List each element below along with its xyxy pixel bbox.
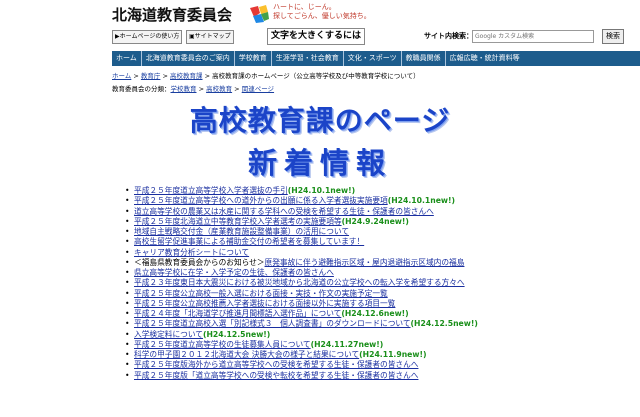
list-item: 平成２５年度版海外から道立高等学校への受検を希望する生徒・保護者の皆さんへ xyxy=(124,360,640,371)
nav-pr-statistics[interactable]: 広報広聴・統計資料等 xyxy=(446,51,524,66)
news-link[interactable]: 原発事故に伴う避難指示区域・屋内退避指示区域内の福島 xyxy=(265,258,465,267)
news-link[interactable]: 平成２５年度版海外から道立高等学校への受検を希望する生徒・保護者の皆さんへ xyxy=(134,360,418,369)
list-item: 入学検定料について(H24.12.5new!) xyxy=(124,329,640,341)
news-link[interactable]: 県立高等学校に在学・入学予定の生徒、保護者の皆さんへ xyxy=(134,268,334,277)
new-badge: (H24.12.6new!) xyxy=(341,309,409,318)
home-usage-label: ホームページの使い方 xyxy=(119,33,180,40)
breadcrumb-sep: > xyxy=(202,72,213,80)
new-badge: (H24.12.5new!) xyxy=(202,329,271,339)
nav-about[interactable]: 北海道教育委員会のご案内 xyxy=(142,51,235,66)
news-link[interactable]: 平成２５年度道立高等学校への道外からの出願に係る入学者選抜実施要項 xyxy=(134,196,388,205)
sitemap-button[interactable]: ▣サイトマップ xyxy=(186,30,234,44)
news-list: 平成２５年度道立高等学校入学者選抜の手引(H24.10.1new!) 平成２５年… xyxy=(124,186,640,381)
new-badge: (H24.11.27new!) xyxy=(310,339,384,349)
search-label: サイト内検索： xyxy=(424,32,473,40)
news-link[interactable]: 平成２５年度版「道立高等学校への受検や転校を希望する生徒・保護者の皆さんへ xyxy=(134,371,418,380)
classification-school[interactable]: 学校教育 xyxy=(171,85,197,93)
news-link[interactable]: 平成２３年度東日本大震災における被災地域から北海道の公立学校への転入学を希望する… xyxy=(134,278,465,287)
new-badge: (H24.10.1new!) xyxy=(387,196,456,206)
breadcrumb-koko[interactable]: 高校教育課 xyxy=(170,72,203,80)
list-item: 平成２４年度「北海道学び推進月間標語入選作品」について(H24.12.6new!… xyxy=(124,309,640,320)
slogan: ハートに、じーん。 探してごらん、優しい気持ち。 xyxy=(273,3,371,21)
list-item: ＜福島県教育委員会からのお知らせ＞原発事故に伴う避難指示区域・屋内退避指示区域内… xyxy=(124,257,640,269)
nav-school-education[interactable]: 学校教育 xyxy=(235,51,272,66)
nav-home[interactable]: ホーム xyxy=(112,51,142,66)
breadcrumb-kyoikucho[interactable]: 教育庁 xyxy=(141,72,161,80)
breadcrumb: ホーム > 教育庁 > 高校教育課 > 高校教育課のホームページ（公立高等学校及… xyxy=(112,70,420,80)
classification-related[interactable]: 関連ページ xyxy=(242,85,274,93)
home-usage-button[interactable]: ▶ホームページの使い方 xyxy=(112,30,183,44)
news-link[interactable]: キャリア教育分析シートについて xyxy=(134,248,249,257)
list-item: 平成２５年度道立高等学校入学者選抜の手引(H24.10.1new!) xyxy=(124,186,640,197)
classification-high-school[interactable]: 高校教育 xyxy=(206,85,232,93)
nav-culture-sports[interactable]: 文化・スポーツ xyxy=(344,51,402,66)
list-item: 地域自主戦略交付金（産業教育施設整備事業）の活用について xyxy=(124,227,640,238)
breadcrumb-sep: > xyxy=(160,72,170,80)
hokkaido-logo-icon[interactable] xyxy=(248,4,270,24)
nav-staff[interactable]: 教職員関係 xyxy=(402,51,446,66)
news-link[interactable]: 平成２５年度道立高校入選「別記様式３ 個人調査書」のダウンロードについて xyxy=(134,319,411,328)
news-link[interactable]: 平成２５年度公立高校一般入選における面接・実技・作文の実施予定一覧 xyxy=(134,289,388,298)
news-link[interactable]: 平成２５年度公立高校推薦入学者選抜における面接以外に実施する項目一覧 xyxy=(134,299,395,308)
breadcrumb-home[interactable]: ホーム xyxy=(112,72,131,80)
news-link[interactable]: 平成２５年度道立高等学校の生徒募集人員について xyxy=(134,340,311,349)
list-item: 科学の甲子園２０１２北海道大会 決勝大会の様子と結果について(H24.11.9n… xyxy=(124,350,640,361)
list-item: 平成２５年度北海道立中等教育学校入学者選考の実施要項等(H24.9.24new!… xyxy=(124,216,640,228)
site-header: 北海道教育委員会 ハートに、じーん。 探してごらん、優しい気持ち。 xyxy=(0,0,640,28)
slogan-line2: 探してごらん、優しい気持ち。 xyxy=(273,12,371,20)
list-item: 平成２３年度東日本大震災における被災地域から北海道の公立学校への転入学を希望する… xyxy=(124,278,640,289)
news-link[interactable]: 科学の甲子園２０１２北海道大会 決勝大会の様子と結果について xyxy=(134,350,359,359)
news-link[interactable]: 高校生留学促進事業による補助金交付の希望者を募集しています！ xyxy=(134,237,364,246)
search-button[interactable]: 検索 xyxy=(602,29,624,44)
slogan-line1: ハートに、じーん。 xyxy=(273,3,336,11)
classification-sep: > xyxy=(196,85,207,93)
classification-sep: > xyxy=(232,85,242,93)
list-item-continued: 県立高等学校に在学・入学予定の生徒、保護者の皆さんへ xyxy=(124,268,640,279)
classification: 教育委員会の分類：学校教育 > 高校教育 > 関連ページ xyxy=(112,83,274,93)
search-input[interactable] xyxy=(472,30,594,43)
list-item: 平成２５年度道立高等学校への道外からの出願に係る入学者選抜実施要項(H24.10… xyxy=(124,196,640,207)
enlarge-text-button[interactable]: 文字を大きくするには xyxy=(267,28,366,45)
list-item: 平成２５年度公立高校一般入選における面接・実技・作文の実施予定一覧 xyxy=(124,289,640,300)
new-badge: (H24.9.24new!) xyxy=(341,216,409,226)
main-nav: ホーム 北海道教育委員会のご案内 学校教育 生涯学習・社会教育 文化・スポーツ … xyxy=(112,51,640,66)
news-link[interactable]: 平成２５年度道立高等学校入学者選抜の手引 xyxy=(134,186,288,195)
list-item: 道立高等学校の農業又は水産に関する学科への受検を希望する生徒・保護者の皆さんへ xyxy=(124,207,640,218)
list-item: 平成２５年度道立高等学校の生徒募集人員について(H24.11.27new!) xyxy=(124,339,640,351)
nav-lifelong-learning[interactable]: 生涯学習・社会教育 xyxy=(272,51,344,66)
list-item: 平成２５年度版「道立高等学校への受検や転校を希望する生徒・保護者の皆さんへ xyxy=(124,371,640,382)
toolbar: ▶ホームページの使い方 ▣サイトマップ 文字を大きくするには サイト内検索： 検… xyxy=(112,28,640,45)
news-link[interactable]: 地域自主戦略交付金（産業教育施設整備事業）の活用について xyxy=(134,227,349,236)
news-link[interactable]: 入学検定料について xyxy=(134,330,203,339)
list-item: 平成２５年度公立高校推薦入学者選抜における面接以外に実施する項目一覧 xyxy=(124,299,640,310)
list-item: キャリア教育分析シートについて xyxy=(124,248,640,259)
new-badge: (H24.11.9new!) xyxy=(359,350,427,359)
breadcrumb-current: 高校教育課のホームページ（公立高等学校及び中等教育学校について） xyxy=(212,72,420,80)
new-badge: (H24.12.5new!) xyxy=(410,319,478,329)
news-link[interactable]: 平成２５年度北海道立中等教育学校入学者選考の実施要項等 xyxy=(134,217,342,226)
new-badge: (H24.10.1new!) xyxy=(287,186,356,195)
news-prefix: ＜福島県教育委員会からのお知らせ＞ xyxy=(134,257,265,267)
page-title-banner: 高校教育課のページ xyxy=(189,104,451,137)
classification-label: 教育委員会の分類： xyxy=(112,85,171,93)
news-heading-banner: 新着情報 xyxy=(247,146,392,180)
sitemap-label: サイトマップ xyxy=(194,33,231,40)
list-item: 平成２５年度道立高校入選「別記様式３ 個人調査書」のダウンロードについて(H24… xyxy=(124,319,640,330)
site-title[interactable]: 北海道教育委員会 xyxy=(112,4,232,25)
breadcrumb-sep: > xyxy=(131,72,141,80)
list-item: 高校生留学促進事業による補助金交付の希望者を募集しています！ xyxy=(124,237,640,248)
news-link[interactable]: 道立高等学校の農業又は水産に関する学科への受検を希望する生徒・保護者の皆さんへ xyxy=(134,207,434,216)
news-link[interactable]: 平成２４年度「北海道学び推進月間標語入選作品」について xyxy=(134,309,341,318)
